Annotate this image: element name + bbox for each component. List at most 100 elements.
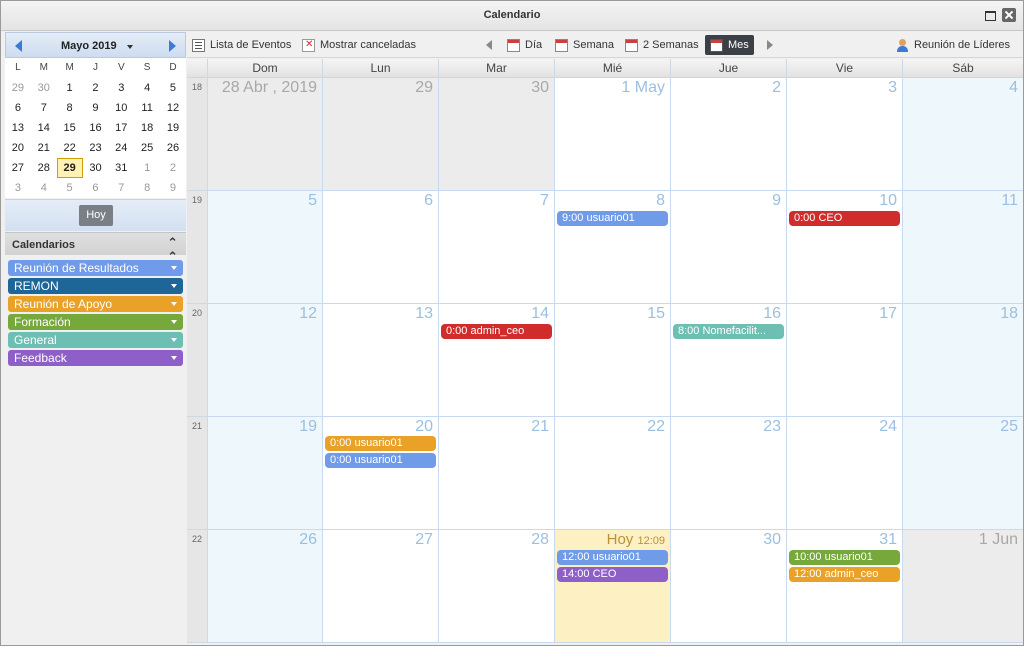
mini-day[interactable]: 2: [160, 158, 186, 178]
mini-day[interactable]: 1: [134, 158, 160, 178]
mini-day[interactable]: 24: [108, 138, 134, 158]
today-cell[interactable]: Hoy 12:09 12:00 usuario01 14:00 CEO: [554, 530, 670, 643]
day-cell[interactable]: 30: [438, 78, 554, 191]
day-cell[interactable]: 8 9:00 usuario01: [554, 191, 670, 304]
chevron-down-icon[interactable]: [171, 320, 177, 324]
mini-day[interactable]: 2: [83, 78, 109, 98]
calendar-item-formacion[interactable]: Formación: [8, 314, 183, 330]
event-chip[interactable]: 0:00 usuario01: [325, 453, 436, 468]
mini-day[interactable]: 9: [160, 178, 186, 198]
day-cell[interactable]: 27: [322, 530, 438, 643]
calendar-item-reunion-resultados[interactable]: Reunión de Resultados: [8, 260, 183, 276]
mini-day[interactable]: 27: [5, 158, 31, 178]
mini-day[interactable]: 20: [5, 138, 31, 158]
mini-day[interactable]: 12: [160, 98, 186, 118]
day-cell[interactable]: 10 0:00 CEO: [786, 191, 902, 304]
day-cell[interactable]: 16 8:00 Nomefacilit...: [670, 304, 786, 417]
day-cell[interactable]: 31 10:00 usuario01 12:00 admin_ceo: [786, 530, 902, 643]
day-cell[interactable]: 1 May: [554, 78, 670, 191]
event-chip[interactable]: 10:00 usuario01: [789, 550, 900, 565]
event-chip[interactable]: 12:00 admin_ceo: [789, 567, 900, 582]
maximize-icon[interactable]: [983, 8, 997, 22]
calendar-item-feedback[interactable]: Feedback: [8, 350, 183, 366]
week-number[interactable]: 22: [187, 530, 207, 643]
day-cell[interactable]: 4: [902, 78, 1023, 191]
show-cancelled-button[interactable]: Mostrar canceladas: [302, 37, 416, 53]
event-chip[interactable]: 8:00 Nomefacilit...: [673, 324, 784, 339]
week-number[interactable]: 18: [187, 78, 207, 191]
mini-day[interactable]: 30: [83, 158, 109, 178]
mini-day[interactable]: 7: [108, 178, 134, 198]
month-dropdown-icon[interactable]: [127, 45, 133, 49]
event-chip[interactable]: 0:00 CEO: [789, 211, 900, 226]
mini-day[interactable]: 18: [134, 118, 160, 138]
day-cell[interactable]: 17: [786, 304, 902, 417]
day-cell[interactable]: 11: [902, 191, 1023, 304]
mini-day[interactable]: 29: [5, 78, 31, 98]
mini-day[interactable]: 9: [83, 98, 109, 118]
mini-day[interactable]: 4: [134, 78, 160, 98]
event-chip[interactable]: 12:00 usuario01: [557, 550, 668, 565]
day-cell[interactable]: 15: [554, 304, 670, 417]
leaders-meeting-button[interactable]: Reunión de Líderes: [896, 37, 1010, 53]
mini-day[interactable]: 30: [31, 78, 57, 98]
mini-day[interactable]: 17: [108, 118, 134, 138]
event-chip[interactable]: 0:00 admin_ceo: [441, 324, 552, 339]
mini-day[interactable]: 13: [5, 118, 31, 138]
day-cell[interactable]: 26: [207, 530, 322, 643]
two-weeks-view-button[interactable]: 2 Semanas: [625, 37, 699, 53]
calendars-header[interactable]: Calendarios ⌃ ⌃: [5, 232, 186, 264]
mini-day[interactable]: 6: [5, 98, 31, 118]
mini-day[interactable]: 8: [134, 178, 160, 198]
mini-day[interactable]: 22: [57, 138, 83, 158]
mini-day[interactable]: 3: [108, 78, 134, 98]
day-cell[interactable]: 25: [902, 417, 1023, 530]
day-cell[interactable]: 1 Jun: [902, 530, 1023, 643]
mini-day[interactable]: 4: [31, 178, 57, 198]
mini-day[interactable]: 28: [31, 158, 57, 178]
mini-day[interactable]: 23: [83, 138, 109, 158]
previous-month-icon[interactable]: [15, 40, 22, 52]
close-icon[interactable]: [1002, 8, 1016, 22]
mini-day[interactable]: 16: [83, 118, 109, 138]
calendar-item-remon[interactable]: REMON: [8, 278, 183, 294]
day-cell[interactable]: 30: [670, 530, 786, 643]
day-cell[interactable]: 5: [207, 191, 322, 304]
chevron-down-icon[interactable]: [171, 266, 177, 270]
day-cell[interactable]: 29: [322, 78, 438, 191]
day-view-button[interactable]: Día: [507, 37, 542, 53]
day-cell[interactable]: 3: [786, 78, 902, 191]
mini-day[interactable]: 15: [57, 118, 83, 138]
day-cell[interactable]: 24: [786, 417, 902, 530]
event-chip[interactable]: 14:00 CEO: [557, 567, 668, 582]
chevron-down-icon[interactable]: [171, 302, 177, 306]
day-cell[interactable]: 7: [438, 191, 554, 304]
mini-day[interactable]: 10: [108, 98, 134, 118]
mini-day[interactable]: 19: [160, 118, 186, 138]
mini-day[interactable]: 21: [31, 138, 57, 158]
mini-day-today[interactable]: 29: [56, 158, 83, 178]
day-cell[interactable]: 28 Abr , 2019: [207, 78, 322, 191]
month-view-button[interactable]: Mes: [705, 35, 754, 55]
event-chip[interactable]: 9:00 usuario01: [557, 211, 668, 226]
day-cell[interactable]: 18: [902, 304, 1023, 417]
chevron-down-icon[interactable]: [171, 356, 177, 360]
next-period-icon[interactable]: [767, 40, 773, 50]
day-cell[interactable]: 2: [670, 78, 786, 191]
day-cell[interactable]: 6: [322, 191, 438, 304]
next-month-icon[interactable]: [169, 40, 176, 52]
day-cell[interactable]: 9: [670, 191, 786, 304]
mini-day[interactable]: 1: [57, 78, 83, 98]
day-cell[interactable]: 21: [438, 417, 554, 530]
mini-day[interactable]: 7: [31, 98, 57, 118]
previous-period-icon[interactable]: [486, 40, 492, 50]
mini-day[interactable]: 5: [160, 78, 186, 98]
mini-calendar-month[interactable]: Mayo 2019: [61, 40, 117, 52]
mini-day[interactable]: 11: [134, 98, 160, 118]
day-cell[interactable]: 22: [554, 417, 670, 530]
calendar-item-reunion-apoyo[interactable]: Reunión de Apoyo: [8, 296, 183, 312]
week-number[interactable]: 21: [187, 417, 207, 530]
mini-day[interactable]: 25: [134, 138, 160, 158]
event-chip[interactable]: 0:00 usuario01: [325, 436, 436, 451]
week-view-button[interactable]: Semana: [555, 37, 614, 53]
